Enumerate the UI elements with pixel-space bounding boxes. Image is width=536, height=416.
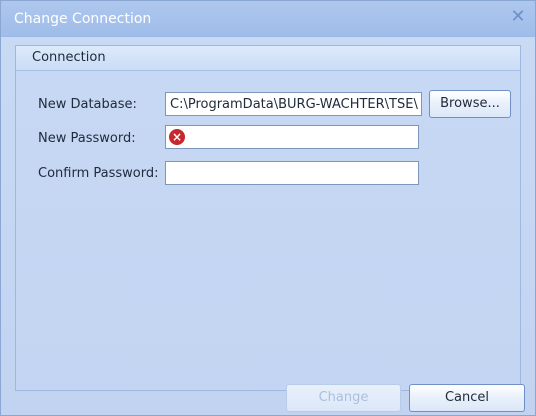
new-password-label: New Password:: [38, 131, 136, 146]
title-bar: Change Connection ✕: [1, 1, 535, 37]
confirm-password-label: Confirm Password:: [38, 166, 159, 181]
connection-group-header: Connection: [16, 46, 520, 71]
change-button[interactable]: Change: [286, 384, 401, 412]
error-icon: ×: [169, 129, 185, 145]
confirm-password-field[interactable]: [165, 161, 419, 185]
group-title: Connection: [32, 50, 106, 65]
connection-group: Connection New Database: C:\ProgramData\…: [15, 45, 521, 391]
new-database-field[interactable]: C:\ProgramData\BURG-WACHTER\TSE\: [165, 92, 422, 116]
cancel-button[interactable]: Cancel: [409, 384, 525, 412]
new-database-label: New Database:: [38, 97, 137, 112]
change-connection-dialog: Change Connection ✕ Connection New Datab…: [0, 0, 536, 416]
new-database-value: C:\ProgramData\BURG-WACHTER\TSE\: [170, 97, 418, 112]
new-password-field[interactable]: ×: [165, 125, 419, 149]
dialog-title: Change Connection: [14, 11, 152, 27]
close-icon[interactable]: ✕: [509, 8, 527, 26]
browse-button[interactable]: Browse...: [429, 90, 511, 118]
